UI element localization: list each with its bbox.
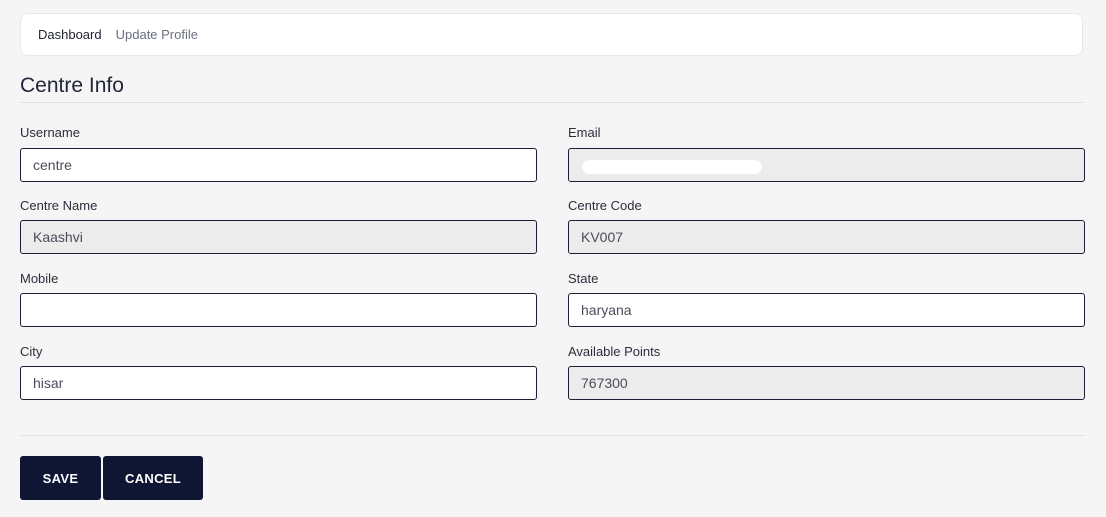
city-input[interactable] [20,366,537,400]
save-button[interactable]: SAVE [20,456,101,500]
mobile-input[interactable] [20,293,537,327]
mobile-label: Mobile [20,271,59,286]
centre-name-label: Centre Name [20,198,98,213]
breadcrumb-current-page: Update Profile [115,27,198,42]
actions-divider [20,435,1085,436]
centre-name-input[interactable] [20,220,537,254]
cancel-button[interactable]: CANCEL [103,456,203,500]
centre-code-label: Centre Code [568,198,642,213]
email-redaction [582,160,762,174]
available-points-label: Available Points [568,344,661,359]
section-divider [20,102,1085,103]
centre-code-input[interactable] [568,220,1085,254]
section-title: Centre Info [20,74,124,97]
breadcrumb: Dashboard Update Profile [20,13,1083,56]
update-profile-page: Dashboard Update Profile Centre Info Use… [0,0,1106,517]
breadcrumb-dashboard-link[interactable]: Dashboard [38,27,102,42]
city-label: City [20,344,43,359]
state-label: State [568,271,599,286]
username-label: Username [20,125,80,140]
state-input[interactable] [568,293,1085,327]
username-input[interactable] [20,148,537,182]
available-points-input[interactable] [568,366,1085,400]
email-label: Email [568,125,601,140]
